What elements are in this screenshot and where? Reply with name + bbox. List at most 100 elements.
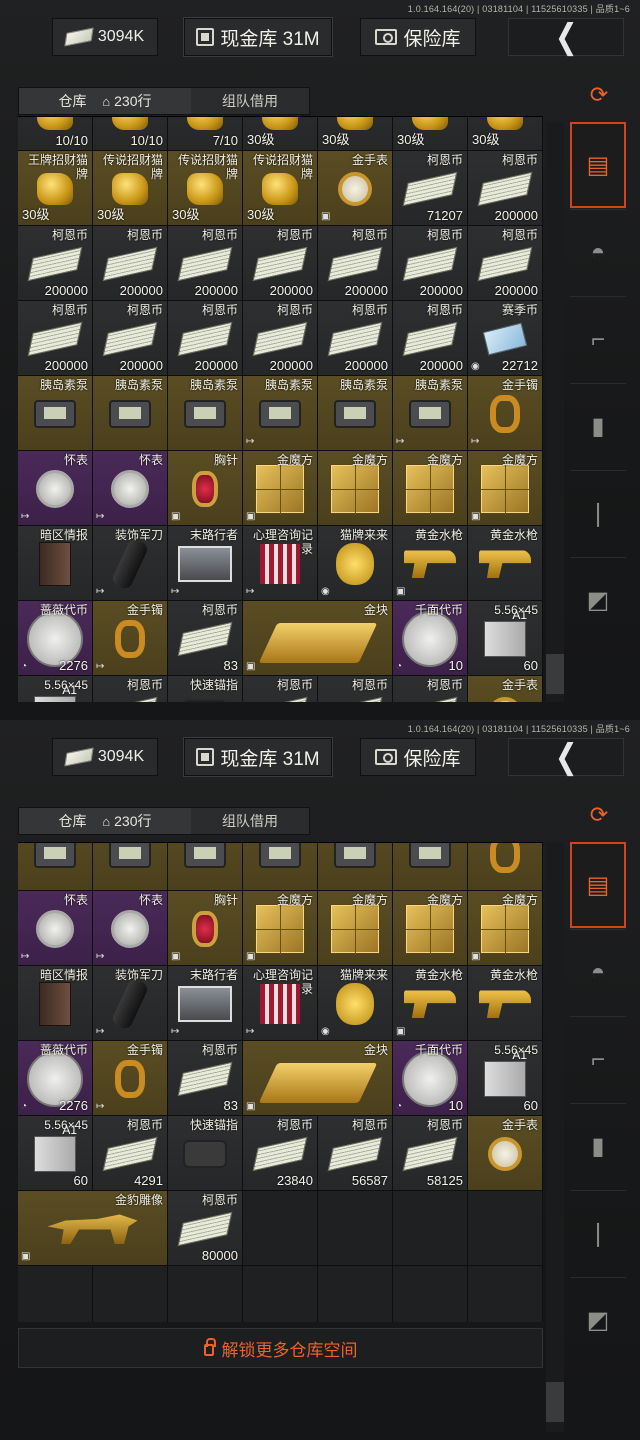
item-slot[interactable]: 金魔方 ▣ [468, 451, 543, 526]
item-slot[interactable]: 猫牌来来 ◉ [318, 526, 393, 601]
item-slot[interactable] [243, 843, 318, 891]
item-slot[interactable]: 5.56×45 60 [468, 601, 543, 676]
cash-vault-button[interactable]: 现金库 31M [183, 17, 333, 57]
item-slot[interactable]: 金魔方 [393, 451, 468, 526]
back-button[interactable]: ❮ [508, 738, 624, 776]
item-slot[interactable]: 金块 ▣ [243, 1041, 393, 1116]
warehouse-icon[interactable]: ▤ [570, 122, 626, 208]
grid-scrollbar[interactable] [546, 842, 564, 1432]
item-slot[interactable]: 快速锚指 [168, 1116, 243, 1191]
scroll-thumb[interactable] [546, 654, 564, 694]
tab-team-borrow[interactable]: 组队借用 [191, 808, 309, 834]
item-slot[interactable]: 黄金水枪 ▣ [393, 966, 468, 1041]
item-slot[interactable]: 胰岛素泵 ↦ [393, 376, 468, 451]
scope-icon[interactable]: ◩ [570, 1277, 626, 1363]
item-slot[interactable]: 10/10 [93, 117, 168, 151]
bullet-icon[interactable]: ❘ [570, 470, 626, 556]
item-slot[interactable]: 胰岛素泵 [18, 376, 93, 451]
safe-box-button[interactable]: 保险库 [360, 18, 476, 56]
refresh-icon[interactable]: ⟳ [582, 82, 616, 112]
item-slot[interactable]: 金手表 [468, 1116, 543, 1191]
item-slot[interactable]: 柯恩币 200000 [318, 226, 393, 301]
item-slot[interactable]: 10/10 [18, 117, 93, 151]
refresh-icon[interactable]: ⟳ [582, 802, 616, 832]
item-slot[interactable]: 柯恩币 58125 [393, 1116, 468, 1191]
item-slot[interactable]: 金豹雕像 ▣ [18, 1191, 168, 1266]
back-button[interactable]: ❮ [508, 18, 624, 56]
item-slot[interactable]: 传说招财猫牌 30级 [93, 151, 168, 226]
item-slot[interactable]: 5.56×45 [18, 676, 93, 702]
item-slot[interactable]: 金魔方 ▣ [468, 891, 543, 966]
item-slot[interactable]: 胸针 ▣ [168, 451, 243, 526]
item-slot[interactable]: 快速锚指 [168, 676, 243, 702]
warehouse-icon[interactable]: ▤ [570, 842, 626, 928]
helmet-icon[interactable]: ◓ [570, 929, 626, 1015]
item-slot[interactable] [468, 843, 543, 891]
item-slot[interactable]: 柯恩币 [393, 676, 468, 702]
item-slot[interactable]: 蔷薇代币 2276 ◔ [18, 1041, 93, 1116]
item-slot[interactable]: 千面代币 10 ◔ [393, 601, 468, 676]
item-slot[interactable]: 暗区情报 [18, 966, 93, 1041]
cash-display[interactable]: 3094K [52, 18, 158, 56]
item-slot[interactable]: 金魔方 [318, 451, 393, 526]
item-slot[interactable]: 柯恩币 [318, 676, 393, 702]
item-slot[interactable]: 柯恩币 200000 [18, 226, 93, 301]
item-slot[interactable]: 柯恩币 71207 [393, 151, 468, 226]
item-slot[interactable]: 柯恩币 200000 [318, 301, 393, 376]
item-slot[interactable]: 柯恩币 200000 [393, 226, 468, 301]
cash-vault-button[interactable]: 现金库 31M [183, 737, 333, 777]
item-slot[interactable]: 柯恩币 200000 [243, 226, 318, 301]
item-slot[interactable] [18, 843, 93, 891]
unlock-more-space-button[interactable]: 解锁更多仓库空间 [18, 1328, 543, 1368]
tab-warehouse[interactable]: 仓库 ⌂ 230行 [19, 88, 191, 114]
cash-display[interactable]: 3094K [52, 738, 158, 776]
item-slot[interactable]: 心理咨询记录 ↦ [243, 526, 318, 601]
tab-team-borrow[interactable]: 组队借用 [191, 88, 309, 114]
item-slot[interactable]: 柯恩币 56587 [318, 1116, 393, 1191]
item-slot[interactable]: 柯恩币 200000 [168, 226, 243, 301]
item-slot[interactable]: 30级 [318, 117, 393, 151]
item-slot[interactable]: 怀表 ↦ [18, 891, 93, 966]
item-slot[interactable]: 暗区情报 [18, 526, 93, 601]
item-slot[interactable]: 胰岛素泵 [93, 376, 168, 451]
scroll-thumb[interactable] [546, 1382, 564, 1422]
item-slot[interactable]: 金手表 [468, 676, 543, 702]
item-slot[interactable]: 5.56×45 60 [468, 1041, 543, 1116]
item-slot[interactable]: 柯恩币 200000 [18, 301, 93, 376]
item-slot[interactable]: 黄金水枪 ▣ [393, 526, 468, 601]
item-slot[interactable]: 5.56×45 60 [18, 1116, 93, 1191]
item-slot[interactable]: 传说招财猫牌 30级 [243, 151, 318, 226]
item-slot[interactable]: 传说招财猫牌 30级 [168, 151, 243, 226]
item-slot[interactable]: 怀表 ↦ [93, 891, 168, 966]
item-slot[interactable]: 心理咨询记录 ↦ [243, 966, 318, 1041]
item-slot[interactable]: 柯恩币 23840 [243, 1116, 318, 1191]
rifle-icon[interactable]: ⌐ [570, 1016, 626, 1102]
item-slot[interactable]: 柯恩币 200000 [93, 226, 168, 301]
helmet-icon[interactable]: ◓ [570, 209, 626, 295]
item-slot[interactable]: 30级 [243, 117, 318, 151]
item-slot[interactable]: 柯恩币 200000 [168, 301, 243, 376]
item-slot[interactable]: 金魔方 [393, 891, 468, 966]
item-slot[interactable]: 柯恩币 4291 [93, 1116, 168, 1191]
item-slot[interactable]: 7/10 [168, 117, 243, 151]
item-slot[interactable]: 柯恩币 200000 [93, 301, 168, 376]
item-slot[interactable]: 王牌招财猫牌 30级 [18, 151, 93, 226]
item-slot[interactable]: 黄金水枪 [468, 966, 543, 1041]
item-slot[interactable]: 柯恩币 [93, 676, 168, 702]
item-slot[interactable]: 装饰军刀 ↦ [93, 526, 168, 601]
item-slot[interactable]: 胰岛素泵 ↦ [243, 376, 318, 451]
item-slot[interactable]: 柯恩币 83 [168, 1041, 243, 1116]
item-slot[interactable]: 胰岛素泵 [318, 376, 393, 451]
item-slot[interactable]: 怀表 ↦ [18, 451, 93, 526]
item-slot[interactable]: 胸针 ▣ [168, 891, 243, 966]
item-slot[interactable]: 柯恩币 200000 [243, 301, 318, 376]
bullet-icon[interactable]: ❘ [570, 1190, 626, 1276]
item-slot[interactable] [318, 843, 393, 891]
item-slot[interactable]: 蔷薇代币 2276 ◔ [18, 601, 93, 676]
item-slot[interactable]: 金魔方 ▣ [243, 891, 318, 966]
item-slot[interactable] [93, 843, 168, 891]
item-slot[interactable]: 黄金水枪 [468, 526, 543, 601]
magazine-icon[interactable]: ▮ [570, 1103, 626, 1189]
item-slot[interactable]: 柯恩币 83 [168, 601, 243, 676]
scope-icon[interactable]: ◩ [570, 557, 626, 643]
